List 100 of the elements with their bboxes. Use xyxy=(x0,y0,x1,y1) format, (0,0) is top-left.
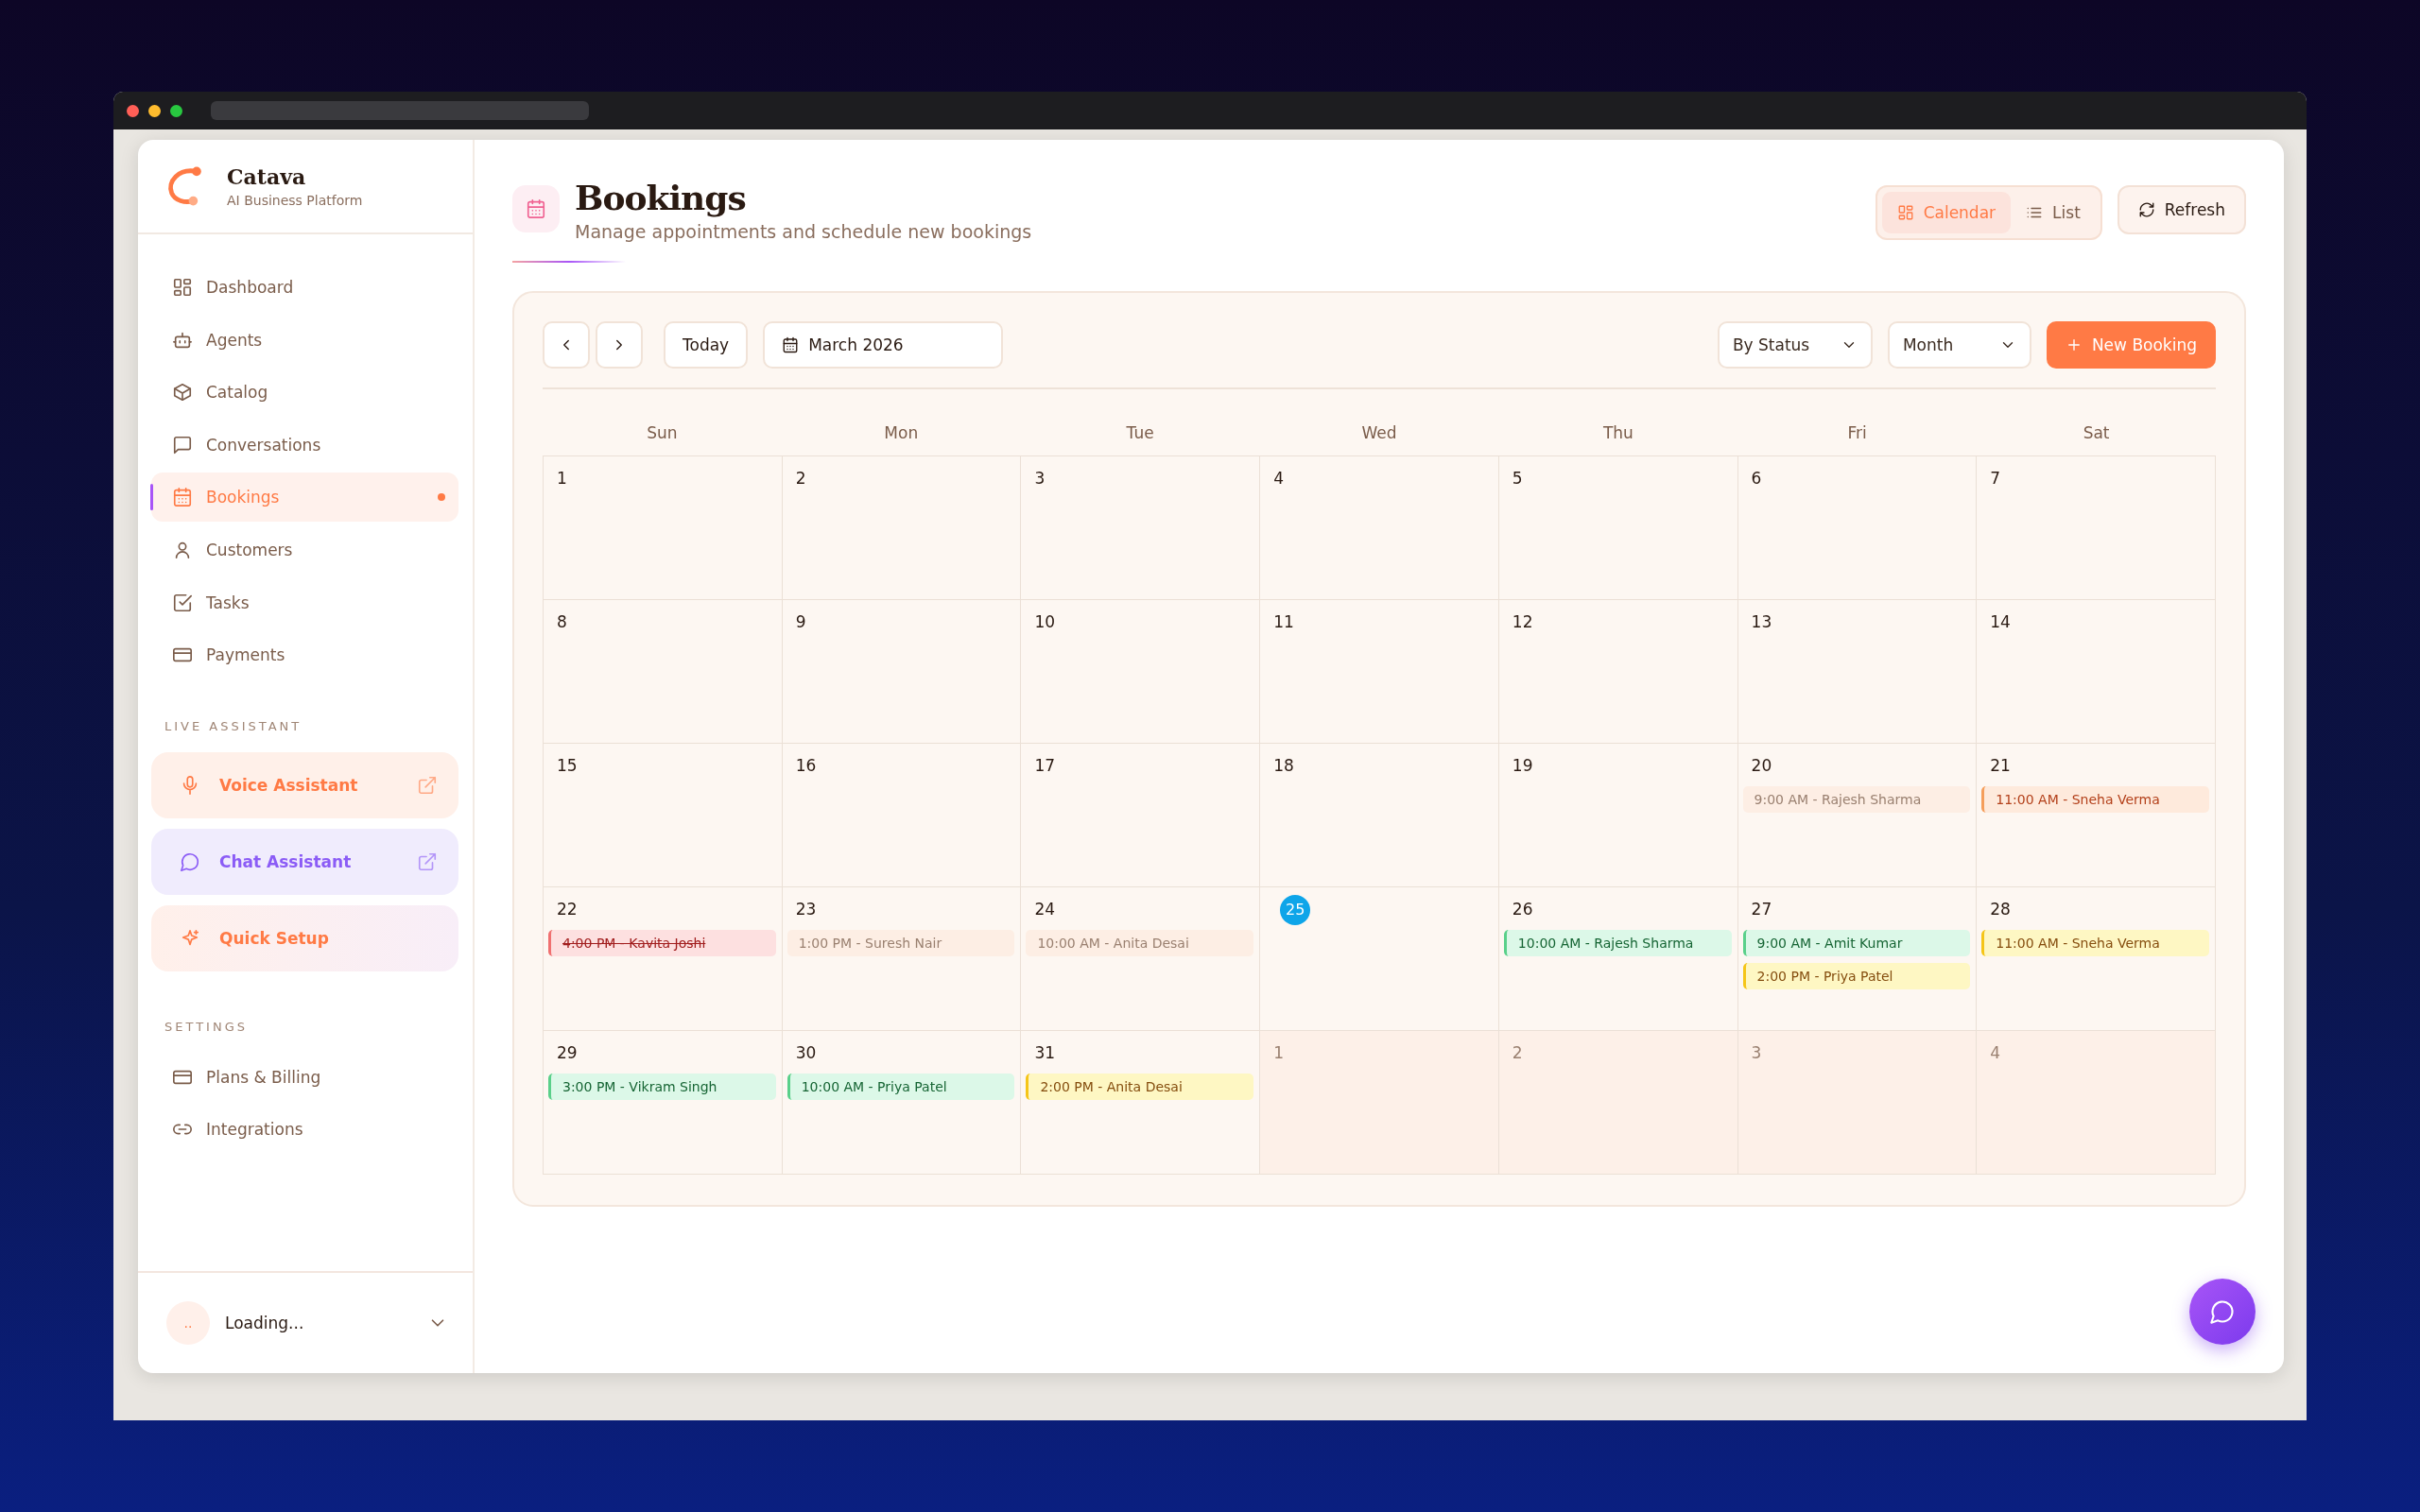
booking-chip[interactable]: 10:00 AM - Priya Patel xyxy=(786,1074,1015,1100)
day-number: 23 xyxy=(794,899,817,920)
day-cell[interactable]: 7 xyxy=(1977,456,2216,600)
day-number: 8 xyxy=(556,611,568,633)
day-cell[interactable]: 16 xyxy=(782,744,1022,887)
day-number: 2 xyxy=(794,468,807,490)
refresh-button[interactable]: Refresh xyxy=(2117,185,2246,234)
day-cell[interactable]: 10 xyxy=(1021,600,1261,744)
chat-button[interactable] xyxy=(2189,1279,2256,1345)
nav-item[interactable]: Conversations xyxy=(151,420,458,470)
day-cell[interactable]: 29 3:00 PM - Vikram Singh xyxy=(544,1031,783,1175)
day-number: 7 xyxy=(1989,468,2002,490)
day-cell[interactable]: 19 xyxy=(1498,744,1738,887)
day-cell[interactable]: 6 xyxy=(1737,456,1978,600)
day-number: 27 xyxy=(1750,899,1772,920)
day-cell[interactable]: 24 10:00 AM - Anita Desai xyxy=(1021,887,1261,1031)
day-number: 3 xyxy=(1750,1042,1763,1064)
day-cell[interactable]: 11 xyxy=(1260,600,1499,744)
day-cell[interactable]: 21 11:00 AM - Sneha Verma xyxy=(1977,744,2216,887)
grid-icon xyxy=(1896,204,1914,221)
day-cell[interactable]: 9 xyxy=(782,600,1022,744)
external-link-icon xyxy=(417,774,438,796)
day-cell[interactable]: 2 xyxy=(782,456,1022,600)
weekday-label: Sat xyxy=(2082,423,2111,442)
day-cell[interactable]: 18 xyxy=(1260,744,1499,887)
view-tab[interactable]: List xyxy=(2011,192,2096,233)
day-number: 30 xyxy=(794,1042,817,1064)
day-number: 17 xyxy=(1033,755,1056,777)
day-cell[interactable]: 28 11:00 AM - Sneha Verma xyxy=(1977,887,2216,1031)
day-number: 19 xyxy=(1511,755,1533,777)
day-cell[interactable]: 15 xyxy=(544,744,783,887)
brand-tagline: AI Business Platform xyxy=(227,193,363,208)
booking-chip[interactable]: 11:00 AM - Sneha Verma xyxy=(1981,786,2209,813)
day-cell[interactable]: 3 xyxy=(1021,456,1261,600)
booking-chip[interactable]: 11:00 AM - Sneha Verma xyxy=(1981,930,2209,956)
month-picker[interactable]: March 2026 xyxy=(763,321,1004,369)
weekday-label: Sun xyxy=(646,423,679,442)
refresh-icon xyxy=(2137,201,2155,218)
day-cell[interactable]: 12 xyxy=(1498,600,1738,744)
day-cell[interactable]: 4 xyxy=(1260,456,1499,600)
weekday-label: Wed xyxy=(1360,423,1398,442)
user-name: Loading... xyxy=(225,1314,305,1332)
booking-chip[interactable]: 4:00 PM - Kavita Joshi xyxy=(548,930,776,956)
day-cell[interactable]: 5 xyxy=(1498,456,1738,600)
day-number: 3 xyxy=(1033,468,1046,490)
booking-chip[interactable]: 9:00 AM - Amit Kumar xyxy=(1742,930,1971,956)
nav-item[interactable]: Plans & Billing xyxy=(151,1052,458,1102)
day-cell[interactable]: 17 xyxy=(1021,744,1261,887)
page-subtitle: Manage appointments and schedule new bookings xyxy=(575,221,1032,242)
day-number: 29 xyxy=(556,1042,578,1064)
today-button[interactable]: Today xyxy=(664,321,749,369)
nav-item[interactable]: Payments xyxy=(151,630,458,680)
calendar-icon xyxy=(526,198,546,219)
close-dot[interactable] xyxy=(127,104,139,117)
day-number: 11 xyxy=(1272,611,1294,633)
day-cell[interactable]: 31 2:00 PM - Anita Desai xyxy=(1021,1031,1261,1175)
status-dropdown[interactable]: By Status xyxy=(1717,321,1873,369)
brand-name: Catava xyxy=(227,164,307,189)
view-dropdown[interactable]: Month xyxy=(1887,321,2031,369)
nav-item[interactable]: Dashboard xyxy=(151,263,458,312)
assistant-button[interactable]: Chat Assistant xyxy=(151,828,458,895)
day-cell[interactable]: 13 xyxy=(1737,600,1978,744)
section-heading: SETTINGS xyxy=(164,1019,249,1034)
day-cell[interactable]: 27 9:00 AM - Amit Kumar 2:00 PM - Priya Patel xyxy=(1737,887,1978,1031)
booking-chip[interactable]: 3:00 PM - Vikram Singh xyxy=(548,1074,776,1100)
day-number: 24 xyxy=(1033,899,1056,920)
weekday-label: Mon xyxy=(883,423,920,442)
booking-chip[interactable]: 2:00 PM - Anita Desai xyxy=(1026,1074,1254,1100)
nav-item[interactable]: Catalog xyxy=(151,368,458,418)
day-number: 4 xyxy=(1989,1042,2002,1064)
maximize-dot[interactable] xyxy=(170,104,182,117)
avatar: .. xyxy=(166,1301,210,1345)
day-cell[interactable]: 8 xyxy=(544,600,783,744)
weekday-label: Tue xyxy=(1125,423,1155,442)
day-number: 9 xyxy=(794,611,807,633)
day-number: 4 xyxy=(1272,468,1285,490)
day-cell[interactable]: 14 xyxy=(1977,600,2216,744)
day-cell[interactable]: 20 9:00 AM - Rajesh Sharma xyxy=(1737,744,1978,887)
day-number: 5 xyxy=(1511,468,1524,490)
day-number: 20 xyxy=(1750,755,1772,777)
booking-chip[interactable]: 10:00 AM - Rajesh Sharma xyxy=(1503,930,1732,956)
nav-item[interactable]: Tasks xyxy=(151,577,458,627)
day-cell[interactable]: 22 4:00 PM - Kavita Joshi xyxy=(544,887,783,1031)
day-cell[interactable]: 30 10:00 AM - Priya Patel xyxy=(782,1031,1022,1175)
day-number: 26 xyxy=(1511,899,1533,920)
day-cell[interactable]: 1 xyxy=(544,456,783,600)
day-number: 22 xyxy=(556,899,578,920)
day-number: 1 xyxy=(1272,1042,1285,1064)
day-cell[interactable]: 23 1:00 PM - Suresh Nair xyxy=(782,887,1022,1031)
day-cell[interactable]: 26 10:00 AM - Rajesh Sharma xyxy=(1498,887,1738,1031)
weekday-label: Thu xyxy=(1601,423,1634,442)
minimize-dot[interactable] xyxy=(148,104,161,117)
nav-icon xyxy=(172,487,193,508)
nav-item[interactable]: Integrations xyxy=(151,1105,458,1155)
day-number: 18 xyxy=(1272,755,1294,777)
booking-chip[interactable]: 2:00 PM - Priya Patel xyxy=(1742,963,1971,989)
day-number: 14 xyxy=(1989,611,2011,633)
nav-item[interactable]: Agents xyxy=(151,315,458,365)
nav-item[interactable]: Customers xyxy=(151,524,458,575)
nav-icon xyxy=(172,592,193,613)
